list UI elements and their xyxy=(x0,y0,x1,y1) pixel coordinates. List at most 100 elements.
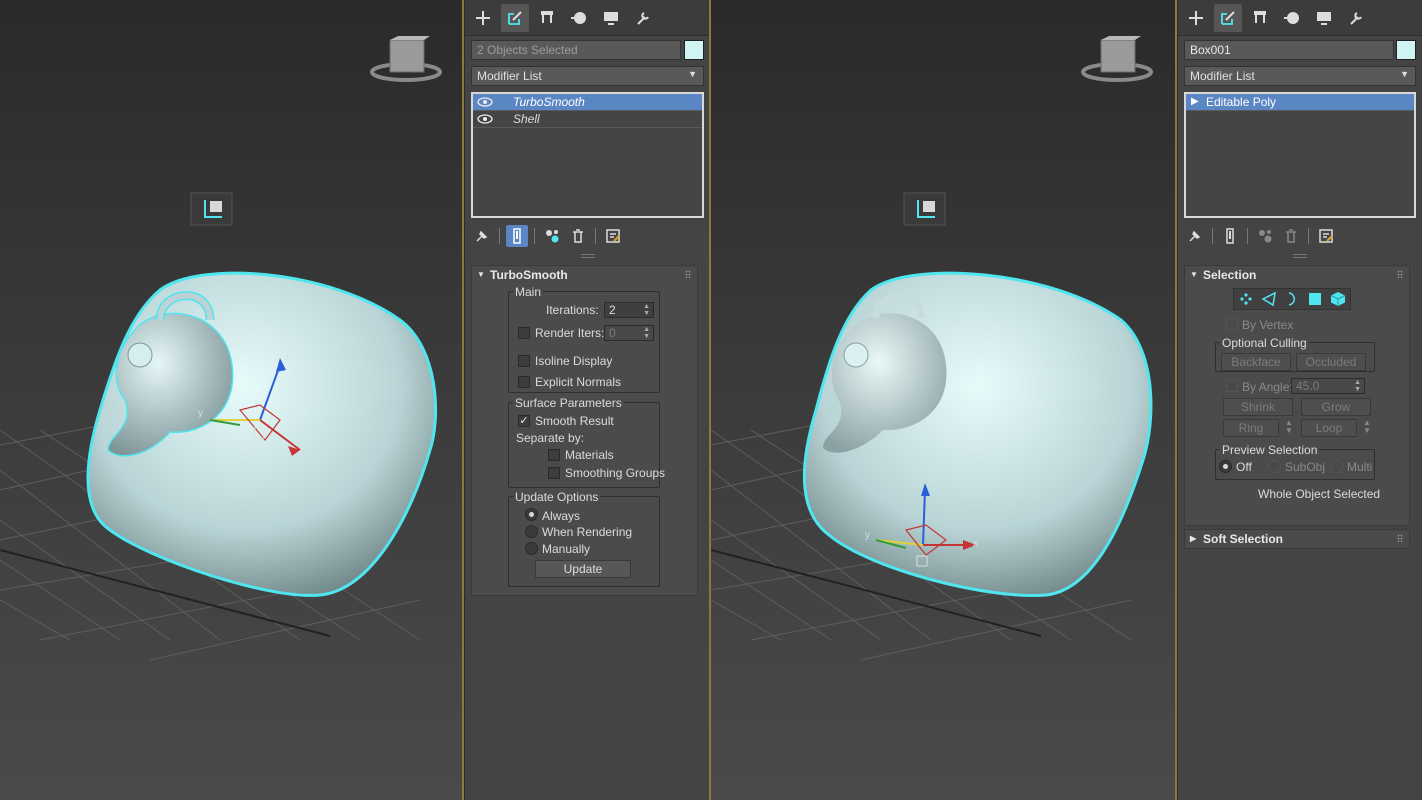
border-icon[interactable] xyxy=(1284,291,1300,307)
configure-modifier-sets-button[interactable] xyxy=(602,225,624,247)
object-name-field[interactable]: 2 Objects Selected xyxy=(471,40,681,60)
rollout-header[interactable]: ▼ TurboSmooth xyxy=(472,266,697,284)
occluded-button[interactable]: Occluded xyxy=(1296,353,1366,371)
modifier-list-dropdown[interactable]: Modifier List ▼ xyxy=(471,66,704,86)
rollout-header[interactable]: ▶ Soft Selection xyxy=(1185,530,1409,548)
wrench-icon xyxy=(637,11,649,25)
polygon-icon[interactable] xyxy=(1307,291,1323,307)
subobject-level-bar xyxy=(1233,288,1351,310)
edge-icon[interactable] xyxy=(1261,291,1277,307)
object-color-swatch[interactable] xyxy=(1396,40,1416,60)
always-radio[interactable] xyxy=(525,508,538,521)
smoothing-groups-checkbox[interactable] xyxy=(548,467,560,479)
trash-icon xyxy=(1286,229,1296,243)
spinner-arrows-icon[interactable]: ▲ ▼ xyxy=(643,303,650,317)
always-label: Always xyxy=(542,509,581,523)
gizmo-y-label: y xyxy=(198,408,203,419)
iterations-spinner[interactable]: 2 ▲ ▼ xyxy=(604,302,654,318)
viewport-right[interactable]: z x y xyxy=(711,0,1175,800)
viewport-left[interactable]: z x y xyxy=(0,0,462,800)
utilities-tab[interactable] xyxy=(1342,4,1370,32)
display-tab[interactable] xyxy=(597,4,625,32)
by-angle-spinner[interactable]: 45.0 ▲ ▼ xyxy=(1291,378,1365,394)
by-angle-checkbox[interactable] xyxy=(1226,380,1238,392)
display-tab[interactable] xyxy=(1310,4,1338,32)
group-label: Update Options xyxy=(513,490,601,504)
by-angle-value: 45.0 xyxy=(1296,379,1320,393)
configure-modifier-sets-button[interactable] xyxy=(1315,225,1337,247)
isoline-display-checkbox[interactable] xyxy=(518,355,530,367)
chevron-down-icon: ▼ xyxy=(1400,69,1409,79)
wrench-icon xyxy=(1350,11,1362,25)
spinner-arrows-icon[interactable]: ▲ ▼ xyxy=(1354,379,1361,393)
update-button[interactable]: Update xyxy=(535,560,631,578)
remove-modifier-button[interactable] xyxy=(1280,225,1302,247)
create-tab[interactable] xyxy=(1182,4,1210,32)
command-panel-tabs xyxy=(465,0,710,36)
motion-tab[interactable] xyxy=(1278,4,1306,32)
modifier-list-dropdown[interactable]: Modifier List ▼ xyxy=(1184,66,1416,86)
object-color-swatch[interactable] xyxy=(684,40,704,60)
panel-splitter[interactable] xyxy=(580,254,595,258)
panel-splitter[interactable] xyxy=(1293,254,1307,258)
iterations-value: 2 xyxy=(609,303,616,317)
remove-modifier-button[interactable] xyxy=(567,225,589,247)
loop-button[interactable]: Loop xyxy=(1301,419,1357,437)
modify-tab[interactable] xyxy=(1214,3,1242,32)
preview-multi-radio[interactable] xyxy=(1330,460,1343,473)
object-name-field[interactable]: Box001 xyxy=(1184,40,1394,60)
configure-icon xyxy=(1319,229,1333,243)
loop-spinner-icon[interactable]: ▲ ▼ xyxy=(1363,419,1371,435)
plus-icon xyxy=(476,10,490,25)
element-icon[interactable] xyxy=(1330,291,1346,307)
pin-stack-button[interactable] xyxy=(471,225,493,247)
preview-subobj-radio[interactable] xyxy=(1268,460,1281,473)
toolbar-separator xyxy=(1308,228,1309,244)
render-iters-checkbox[interactable] xyxy=(518,327,530,339)
drag-handle-icon[interactable] xyxy=(1397,534,1403,542)
smooth-result-checkbox[interactable]: ✓ xyxy=(518,415,530,427)
drag-handle-icon[interactable] xyxy=(1397,270,1403,278)
shrink-button[interactable]: Shrink xyxy=(1223,398,1293,416)
soft-selection-rollout: ▶ Soft Selection xyxy=(1184,529,1410,549)
explicit-normals-checkbox[interactable] xyxy=(518,376,530,388)
end-result-icon xyxy=(1226,228,1234,244)
materials-checkbox[interactable] xyxy=(548,449,560,461)
modify-tab[interactable] xyxy=(501,3,529,32)
by-vertex-label: By Vertex xyxy=(1242,318,1294,332)
make-unique-button[interactable] xyxy=(1254,225,1276,247)
render-iters-spinner[interactable]: 0 ▲ ▼ xyxy=(604,325,654,341)
by-vertex-checkbox[interactable] xyxy=(1226,318,1238,330)
grow-button[interactable]: Grow xyxy=(1301,398,1371,416)
stack-item-editable-poly[interactable]: ▶ Editable Poly xyxy=(1186,94,1414,111)
hierarchy-tab[interactable] xyxy=(1246,4,1274,32)
show-end-result-button[interactable] xyxy=(1219,225,1241,247)
backface-button[interactable]: Backface xyxy=(1221,353,1291,371)
preview-subobj-label: SubObj xyxy=(1285,460,1326,474)
show-end-result-button[interactable] xyxy=(506,225,528,247)
hierarchy-icon xyxy=(1254,10,1266,23)
make-unique-button[interactable] xyxy=(541,225,563,247)
eye-icon[interactable] xyxy=(477,113,493,125)
spinner-arrows-icon[interactable]: ▲ ▼ xyxy=(643,326,650,340)
rollout-header[interactable]: ▼ Selection xyxy=(1185,266,1409,284)
stack-item-turbosmooth[interactable]: TurboSmooth xyxy=(473,94,702,111)
motion-tab[interactable] xyxy=(565,4,593,32)
when-rendering-radio[interactable] xyxy=(525,525,538,538)
create-tab[interactable] xyxy=(469,4,497,32)
end-result-icon xyxy=(513,228,521,244)
pin-stack-button[interactable] xyxy=(1184,225,1206,247)
hierarchy-tab[interactable] xyxy=(533,4,561,32)
vertex-icon[interactable] xyxy=(1238,291,1254,307)
utilities-tab[interactable] xyxy=(629,4,657,32)
drag-handle-icon[interactable] xyxy=(685,270,691,278)
command-panel-left: 2 Objects Selected Modifier List ▼ Turbo… xyxy=(464,0,710,800)
ring-button[interactable]: Ring xyxy=(1223,419,1279,437)
expand-triangle-icon[interactable]: ▶ xyxy=(1191,94,1199,110)
preview-off-radio[interactable] xyxy=(1219,460,1232,473)
eye-icon[interactable] xyxy=(477,96,493,108)
stack-item-shell[interactable]: Shell xyxy=(473,111,702,128)
ring-spinner-icon[interactable]: ▲ ▼ xyxy=(1285,419,1293,435)
modifier-stack: TurboSmooth Shell xyxy=(471,92,704,218)
manually-radio[interactable] xyxy=(525,542,538,555)
